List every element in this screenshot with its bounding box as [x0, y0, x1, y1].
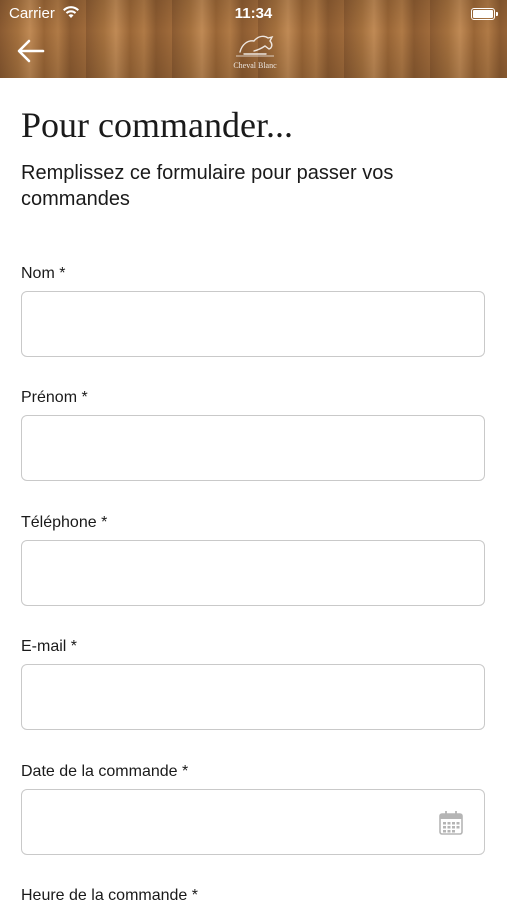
field-heure: Heure de la commande *: [21, 887, 487, 907]
field-date: Date de la commande *: [21, 763, 487, 855]
field-label: Date de la commande *: [21, 763, 189, 780]
date-input[interactable]: [21, 789, 485, 855]
field-label: Prénom *: [21, 389, 88, 406]
arrow-left-icon: [17, 39, 45, 63]
field-label: Nom *: [21, 265, 66, 282]
logo-text: Cheval Blanc: [233, 61, 277, 70]
battery-icon: [471, 8, 498, 20]
page-title: Pour commander...: [21, 105, 293, 145]
field-label: Heure de la commande *: [21, 887, 198, 904]
field-prenom: Prénom *: [21, 389, 487, 481]
field-label: Téléphone *: [21, 514, 108, 531]
field-email: E-mail *: [21, 638, 487, 730]
status-bar: Carrier 11:34: [0, 0, 507, 28]
telephone-input[interactable]: [21, 540, 485, 606]
brand-logo: Cheval Blanc: [228, 32, 282, 70]
calendar-icon[interactable]: [438, 810, 464, 836]
nom-input[interactable]: [21, 291, 485, 357]
page-subtitle: Remplissez ce formulaire pour passer vos…: [21, 162, 394, 210]
back-button[interactable]: [16, 38, 50, 66]
horse-logo-icon: [236, 35, 274, 57]
prenom-input[interactable]: [21, 415, 485, 481]
field-nom: Nom *: [21, 265, 487, 357]
order-form-container: Pour commander... Remplissez ce formulai…: [21, 78, 487, 212]
field-telephone: Téléphone *: [21, 514, 487, 606]
email-input[interactable]: [21, 664, 485, 730]
clock-time: 11:34: [234, 5, 273, 22]
field-label: E-mail *: [21, 638, 78, 655]
